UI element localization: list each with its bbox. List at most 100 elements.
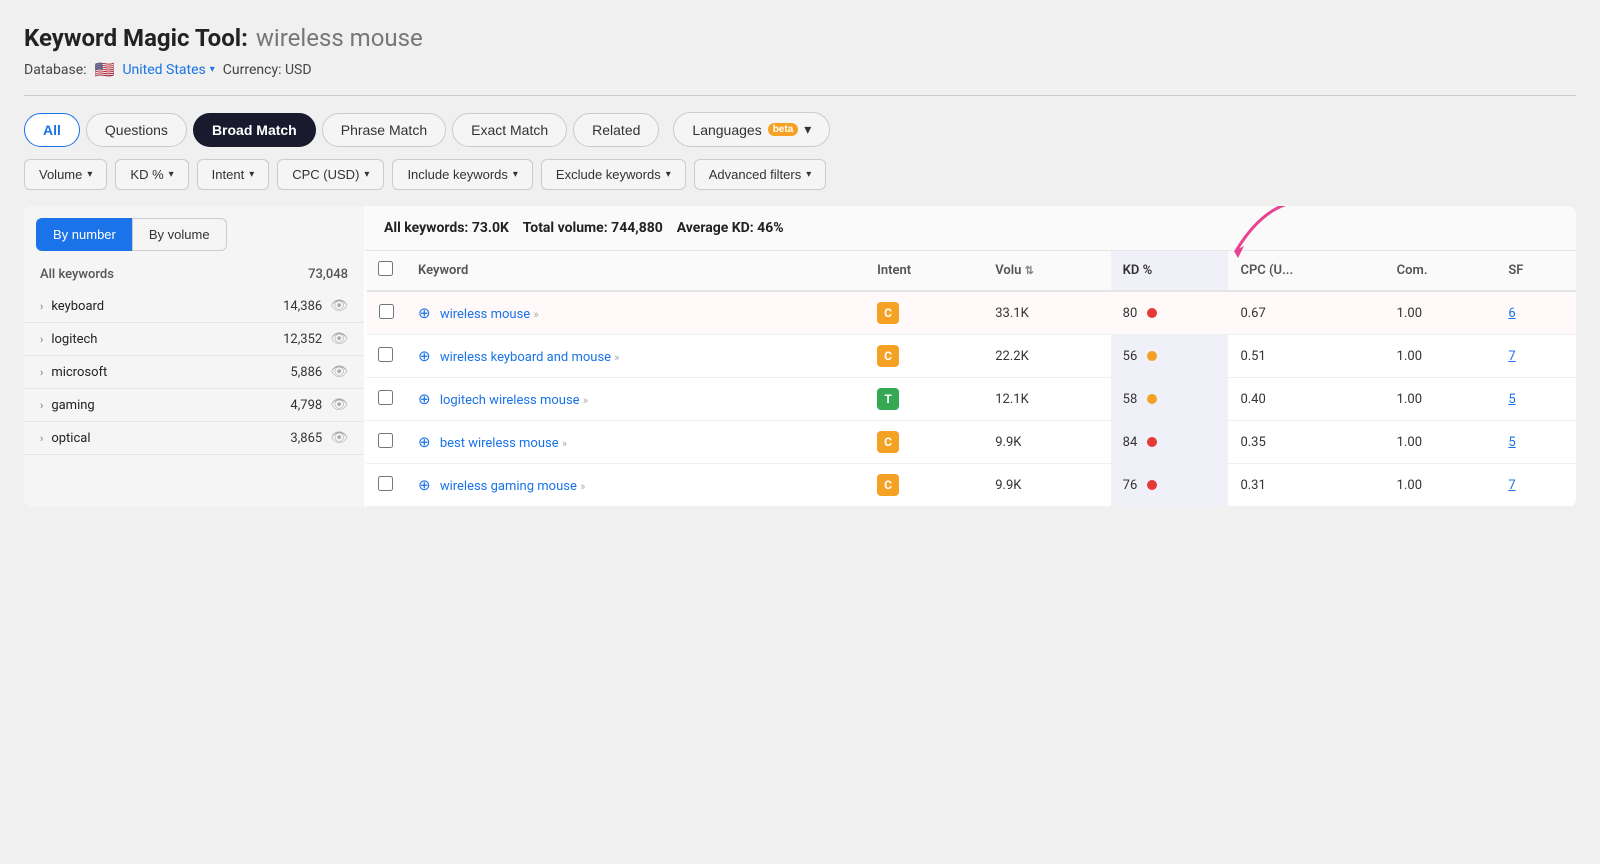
keyword-link-row1[interactable]: wireless mouse — [440, 307, 530, 322]
intent-badge-row1: C — [877, 302, 899, 324]
keyword-link-row2[interactable]: wireless keyboard and mouse — [440, 350, 611, 365]
chevron-right-icon-microsoft: › — [40, 366, 43, 379]
eye-icon-logitech[interactable]: 👁 — [330, 331, 348, 347]
sf-value-row3[interactable]: 5 — [1508, 392, 1515, 407]
col-cpc-header[interactable]: CPC (U... — [1228, 251, 1384, 291]
row1-checkbox[interactable] — [379, 304, 394, 319]
languages-chevron-icon: ▾ — [804, 121, 811, 138]
subtitle-row: Database: 🇺🇸 United States ▾ Currency: U… — [24, 60, 1576, 79]
kd-filter-label: KD % — [130, 167, 163, 182]
sf-value-row5[interactable]: 7 — [1508, 478, 1515, 493]
tab-phrase-match[interactable]: Phrase Match — [322, 113, 446, 147]
sidebar-header-right: 73,048 — [308, 267, 348, 282]
beta-badge: beta — [768, 123, 799, 136]
tab-broad-match[interactable]: Broad Match — [193, 113, 316, 147]
eye-icon-keyboard[interactable]: 👁 — [330, 298, 348, 314]
plus-circle-icon-row4[interactable]: ⊕ — [418, 433, 431, 451]
sidebar-item-count-optical: 3,865 — [290, 431, 322, 446]
exclude-keywords-filter[interactable]: Exclude keywords ▾ — [541, 159, 686, 190]
tab-exact-match[interactable]: Exact Match — [452, 113, 567, 147]
cpc-col-label: CPC (U... — [1240, 263, 1293, 278]
table-area: All keywords: 73.0K Total volume: 744,88… — [364, 206, 1576, 507]
col-intent-header[interactable]: Intent — [865, 251, 983, 291]
sf-value-row4[interactable]: 5 — [1508, 435, 1515, 450]
row1-checkbox-cell — [366, 291, 407, 335]
row4-checkbox[interactable] — [378, 433, 393, 448]
row5-com-cell: 1.00 — [1385, 464, 1497, 507]
col-com-header[interactable]: Com. — [1385, 251, 1497, 291]
database-link[interactable]: United States ▾ — [122, 62, 214, 78]
keyword-link-row5[interactable]: wireless gaming mouse — [440, 479, 577, 494]
sidebar-item-left-logitech: › logitech — [40, 332, 97, 347]
kd-filter[interactable]: KD % ▾ — [115, 159, 188, 190]
tab-related[interactable]: Related — [573, 113, 659, 147]
row2-com-cell: 1.00 — [1385, 335, 1497, 378]
page-wrapper: Keyword Magic Tool: wireless mouse Datab… — [0, 0, 1600, 864]
sidebar-item-right-optical: 3,865 👁 — [290, 430, 348, 446]
sidebar-item-gaming[interactable]: › gaming 4,798 👁 — [24, 389, 364, 422]
row5-sf-cell: 7 — [1496, 464, 1576, 507]
advanced-filters-btn[interactable]: Advanced filters ▾ — [694, 159, 827, 190]
plus-circle-icon-row1[interactable]: ⊕ — [418, 304, 431, 322]
sidebar-item-left-microsoft: › microsoft — [40, 365, 107, 380]
page-title-main: Keyword Magic Tool: — [24, 24, 248, 52]
by-volume-btn[interactable]: By volume — [132, 218, 227, 251]
col-kd-header[interactable]: KD % — [1111, 251, 1229, 291]
plus-circle-icon-row3[interactable]: ⊕ — [418, 390, 431, 408]
eye-icon-optical[interactable]: 👁 — [330, 430, 348, 446]
row2-checkbox[interactable] — [378, 347, 393, 362]
kd-dot-row5 — [1147, 480, 1157, 490]
eye-icon-microsoft[interactable]: 👁 — [330, 364, 348, 380]
sidebar-item-left-optical: › optical — [40, 431, 90, 446]
eye-icon-gaming[interactable]: 👁 — [330, 397, 348, 413]
select-all-checkbox[interactable] — [378, 261, 393, 276]
row3-checkbox[interactable] — [378, 390, 393, 405]
database-value: United States — [122, 62, 205, 78]
sidebar-item-right-logitech: 12,352 👁 — [283, 331, 348, 347]
page-title-query: wireless mouse — [256, 24, 423, 52]
volume-sort-icon: ⇅ — [1025, 264, 1034, 277]
table-body: ⊕ wireless mouse » C 33.1K 80 0.67 1.00 — [366, 291, 1577, 507]
row3-volume-cell: 12.1K — [983, 378, 1110, 421]
table-row: ⊕ best wireless mouse » C 9.9K 84 0.35 1… — [366, 421, 1577, 464]
intent-badge-row5: C — [877, 474, 899, 496]
row3-com-cell: 1.00 — [1385, 378, 1497, 421]
by-number-btn[interactable]: By number — [36, 218, 132, 251]
col-keyword-header[interactable]: Keyword — [406, 251, 865, 291]
volume-filter-label: Volume — [39, 167, 82, 182]
sf-value-row1[interactable]: 6 — [1508, 306, 1515, 321]
intent-badge-row4: C — [877, 431, 899, 453]
sidebar-item-name-logitech: logitech — [51, 332, 97, 347]
col-volume-header[interactable]: Volu ⇅ — [983, 251, 1110, 291]
table-row: ⊕ wireless gaming mouse » C 9.9K 76 0.31 — [366, 464, 1577, 507]
include-keywords-filter[interactable]: Include keywords ▾ — [392, 159, 532, 190]
sidebar-item-microsoft[interactable]: › microsoft 5,886 👁 — [24, 356, 364, 389]
intent-filter-label: Intent — [212, 167, 245, 182]
tab-all[interactable]: All — [24, 113, 80, 147]
row4-keyword-cell: ⊕ best wireless mouse » — [406, 421, 865, 464]
cpc-chevron-icon: ▾ — [364, 169, 369, 180]
row3-cpc-cell: 0.40 — [1228, 378, 1384, 421]
sidebar-item-optical[interactable]: › optical 3,865 👁 — [24, 422, 364, 455]
row5-cpc-cell: 0.31 — [1228, 464, 1384, 507]
tab-questions[interactable]: Questions — [86, 113, 187, 147]
keyword-link-row4[interactable]: best wireless mouse — [440, 436, 559, 451]
sidebar-item-name-gaming: gaming — [51, 398, 94, 413]
cpc-filter[interactable]: CPC (USD) ▾ — [277, 159, 384, 190]
row2-intent-cell: C — [865, 335, 983, 378]
plus-circle-icon-row5[interactable]: ⊕ — [418, 476, 431, 494]
sidebar-item-logitech[interactable]: › logitech 12,352 👁 — [24, 323, 364, 356]
col-sf-header[interactable]: SF — [1496, 251, 1576, 291]
arrows-icon-row5: » — [580, 480, 585, 493]
keyword-link-row3[interactable]: logitech wireless mouse — [440, 393, 580, 408]
tab-languages[interactable]: Languages beta ▾ — [673, 112, 830, 147]
row5-checkbox[interactable] — [378, 476, 393, 491]
plus-circle-icon-row2[interactable]: ⊕ — [418, 347, 431, 365]
sidebar-item-count-keyboard: 14,386 — [283, 299, 322, 314]
sidebar-item-count-microsoft: 5,886 — [290, 365, 322, 380]
volume-filter[interactable]: Volume ▾ — [24, 159, 107, 190]
sf-col-label: SF — [1508, 263, 1523, 278]
intent-filter[interactable]: Intent ▾ — [197, 159, 270, 190]
sidebar-item-keyboard[interactable]: › keyboard 14,386 👁 — [24, 290, 364, 323]
sf-value-row2[interactable]: 7 — [1508, 349, 1515, 364]
